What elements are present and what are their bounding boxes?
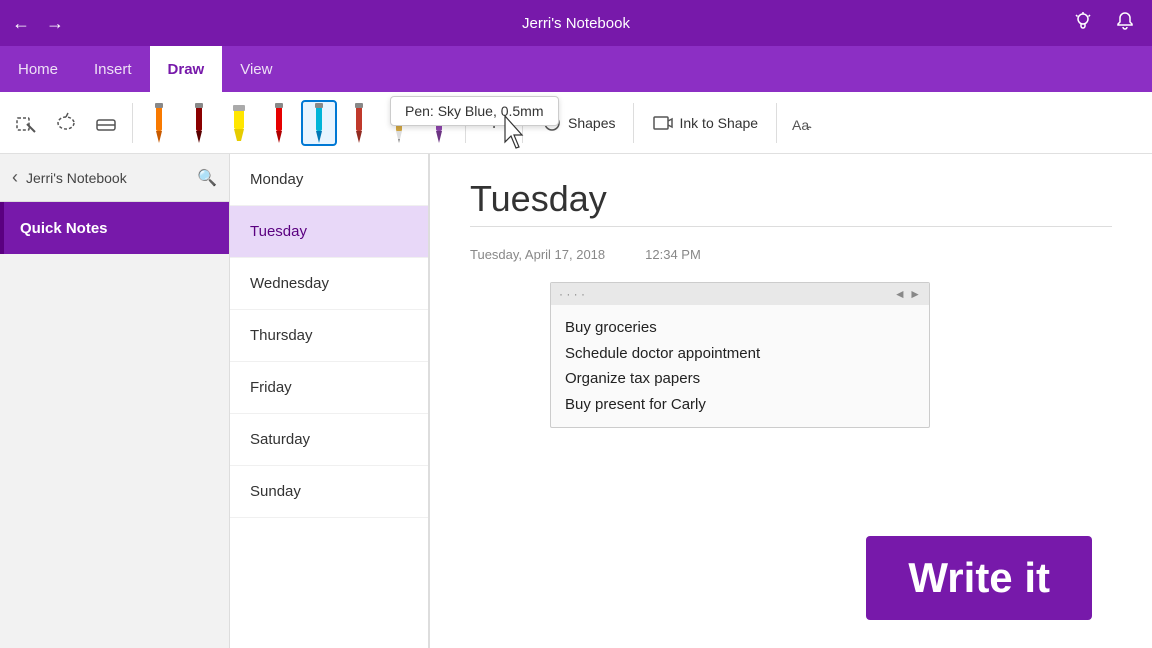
pen-tooltip: Pen: Sky Blue, 0.5mm	[390, 96, 559, 126]
pen-maroon[interactable]	[341, 100, 377, 146]
pen-skyblue[interactable]	[301, 100, 337, 146]
ink-to-text-button[interactable]: Aa	[785, 106, 819, 140]
eraser-button[interactable]	[88, 100, 124, 146]
left-panel: ‹ Jerri's Notebook 🔍 Quick Notes Monday …	[0, 154, 430, 648]
note-box-arrows: ◄ ►	[894, 287, 921, 301]
lasso-tool-button[interactable]	[48, 100, 84, 146]
page-area: Tuesday Tuesday, April 17, 2018 12:34 PM…	[430, 154, 1152, 648]
pen-red[interactable]	[261, 100, 297, 146]
tab-insert[interactable]: Insert	[76, 46, 150, 92]
note-item-friday[interactable]: Friday	[230, 362, 428, 414]
toolbar: + Shapes Ink to Shape Aa Pen: Sky Blue, …	[0, 92, 1152, 154]
note-item-sunday[interactable]: Sunday	[230, 466, 428, 518]
note-item-saturday[interactable]: Saturday	[230, 414, 428, 466]
note-drag-dots: · · · ·	[559, 287, 585, 301]
notes-list: Monday Tuesday Wednesday Thursday Friday…	[230, 154, 429, 648]
separator-5	[776, 103, 777, 143]
notebook-title: Jerri's Notebook	[522, 15, 630, 32]
svg-text:Aa: Aa	[792, 117, 809, 133]
note-box-content: Buy groceries Schedule doctor appointmen…	[551, 305, 929, 427]
search-icon[interactable]: 🔍	[197, 168, 217, 188]
bell-icon[interactable]	[1114, 10, 1136, 37]
lightbulb-icon[interactable]	[1072, 10, 1094, 37]
note-item-1: Buy groceries	[565, 315, 915, 341]
page-date: Tuesday, April 17, 2018	[470, 247, 605, 262]
pen-yellow-highlighter[interactable]	[221, 100, 257, 146]
sidebar-header: ‹ Jerri's Notebook 🔍	[0, 154, 229, 202]
pen-darkred[interactable]	[181, 100, 217, 146]
note-item-thursday[interactable]: Thursday	[230, 310, 428, 362]
page-divider	[470, 226, 1112, 227]
top-bar: ← → Jerri's Notebook	[0, 0, 1152, 46]
top-bar-icons	[1072, 10, 1136, 37]
tab-home[interactable]: Home	[0, 46, 76, 92]
page-time: 12:34 PM	[645, 247, 701, 262]
sidebar-back-button[interactable]: ‹	[12, 167, 18, 188]
sidebar-notebook-name: Jerri's Notebook	[26, 170, 189, 186]
note-box[interactable]: · · · · ◄ ► Buy groceries Schedule docto…	[550, 282, 930, 428]
note-box-handle[interactable]: · · · · ◄ ►	[551, 283, 929, 305]
page-meta: Tuesday, April 17, 2018 12:34 PM	[470, 247, 1112, 262]
separator-1	[132, 103, 133, 143]
pen-orange[interactable]	[141, 100, 177, 146]
separator-4	[633, 103, 634, 143]
main-content: ‹ Jerri's Notebook 🔍 Quick Notes Monday …	[0, 154, 1152, 648]
ink-to-shape-button[interactable]: Ink to Shape	[642, 108, 768, 138]
sidebar: ‹ Jerri's Notebook 🔍 Quick Notes	[0, 154, 230, 648]
tab-view[interactable]: View	[222, 46, 290, 92]
write-it-banner: Write it	[866, 536, 1092, 620]
note-item-3: Organize tax papers	[565, 366, 915, 392]
top-nav-buttons: ← →	[12, 13, 64, 34]
tab-draw[interactable]: Draw	[150, 46, 223, 92]
ribbon: Home Insert Draw View	[0, 46, 1152, 92]
note-item-wednesday[interactable]: Wednesday	[230, 258, 428, 310]
lasso-select-button[interactable]	[8, 100, 44, 146]
quick-notes-section[interactable]: Quick Notes	[0, 202, 229, 254]
nav-forward-button[interactable]: →	[46, 13, 64, 34]
nav-back-button[interactable]: ←	[12, 13, 30, 34]
shapes-label: Shapes	[568, 115, 615, 131]
note-item-4: Buy present for Carly	[565, 392, 915, 418]
quick-notes-label: Quick Notes	[20, 220, 108, 237]
note-item-2: Schedule doctor appointment	[565, 341, 915, 367]
page-title: Tuesday	[470, 178, 1112, 220]
note-item-tuesday[interactable]: Tuesday	[230, 206, 428, 258]
ink-to-shape-label: Ink to Shape	[679, 115, 758, 131]
note-item-monday[interactable]: Monday	[230, 154, 428, 206]
